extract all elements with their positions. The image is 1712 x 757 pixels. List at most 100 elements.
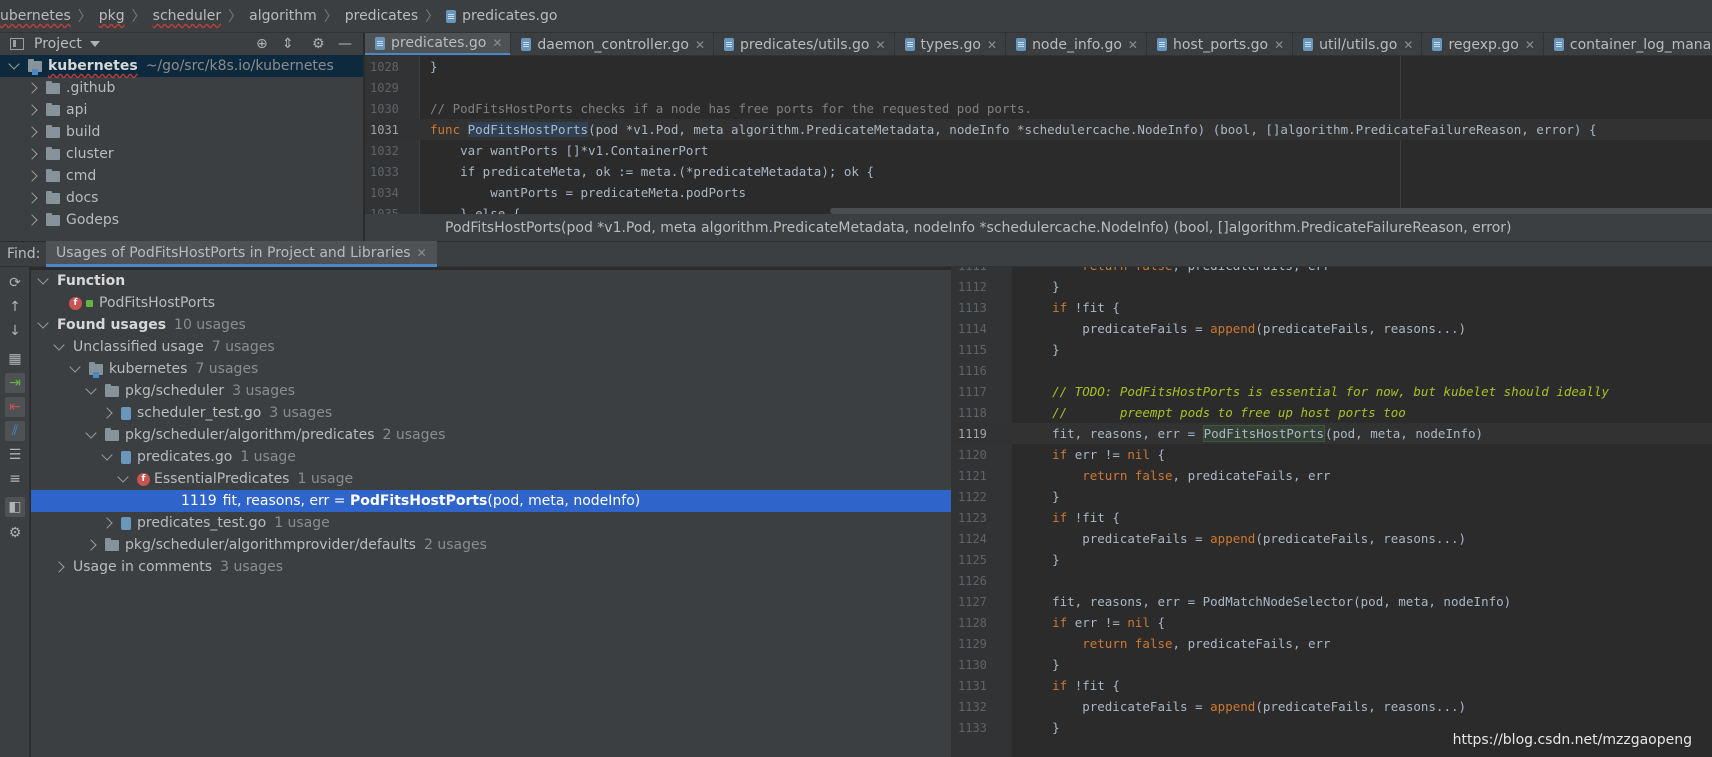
editor-tab[interactable]: host_ports.go ✕ — [1147, 33, 1294, 55]
editor-tab[interactable]: daemon_controller.go ✕ — [511, 33, 714, 55]
tree-node-target[interactable]: f PodFitsHostPorts — [31, 292, 951, 314]
usage-count: 3 usages — [220, 559, 283, 575]
editor-tab[interactable]: node_info.go ✕ — [1006, 33, 1147, 55]
collapse-all-icon[interactable]: ≡ — [5, 469, 25, 489]
tree-node-package[interactable]: pkg/scheduler 3 usages — [31, 380, 951, 402]
project-tree-folder[interactable]: cmd — [0, 165, 363, 187]
project-tree-folder[interactable]: .github — [0, 77, 363, 99]
close-icon[interactable]: ✕ — [1403, 38, 1413, 52]
chevron-down-icon[interactable] — [69, 361, 81, 373]
project-view-selector[interactable]: Project — [34, 36, 82, 52]
tree-node-group[interactable]: Usage in comments 3 usages — [31, 556, 951, 578]
chevron-right-icon[interactable] — [26, 126, 38, 138]
folder-icon — [105, 427, 119, 441]
close-icon[interactable]: ✕ — [987, 38, 997, 52]
find-results-tab[interactable]: Usages of PodFitsHostPorts in Project an… — [46, 241, 437, 267]
tree-node-group[interactable]: Unclassified usage 7 usages — [31, 336, 951, 358]
tree-node-package[interactable]: pkg/scheduler/algorithm/predicates 2 usa… — [31, 424, 951, 446]
usage-result-row[interactable]: 1119 fit, reasons, err = PodFitsHostPort… — [31, 490, 951, 512]
chevron-down-icon[interactable] — [8, 58, 20, 70]
arrow-down-icon[interactable]: ↓ — [5, 321, 25, 341]
breadcrumb-item-predicates[interactable]: predicates — [345, 8, 418, 24]
code-keyword: if — [1052, 510, 1068, 525]
chevron-down-icon[interactable] — [117, 471, 129, 483]
tree-node-found[interactable]: Found usages 10 usages — [31, 314, 951, 336]
project-tree-folder[interactable]: api — [0, 99, 363, 121]
usage-preview-editor[interactable]: 1111 return false, predicateFails, err 1… — [951, 267, 1712, 757]
tree-node-file[interactable]: predicates_test.go 1 usage — [31, 512, 951, 534]
code-editor[interactable]: 1028 } 1029 1030 // PodFitsHostPorts che… — [365, 56, 1712, 214]
line-number: 1125 — [958, 552, 987, 567]
collapse-all-icon[interactable]: ⇕ — [282, 37, 294, 51]
close-icon[interactable]: ✕ — [492, 36, 502, 50]
gear-icon[interactable]: ⚙ — [312, 37, 325, 51]
tree-node-file[interactable]: predicates.go 1 usage — [31, 446, 951, 468]
breadcrumb-item-pkg[interactable]: pkg — [99, 8, 125, 24]
chevron-right-icon[interactable] — [26, 104, 38, 116]
editor-tab[interactable]: regexp.go ✕ — [1422, 33, 1544, 55]
tree-node-file[interactable]: scheduler_test.go 3 usages — [31, 402, 951, 424]
chevron-right-icon[interactable] — [101, 517, 113, 529]
breadcrumb-item-algorithm[interactable]: algorithm — [249, 8, 317, 24]
project-tree-folder[interactable]: cluster — [0, 143, 363, 165]
go-file-icon — [1156, 38, 1167, 51]
tree-node-function[interactable]: Function — [31, 270, 951, 292]
chevron-down-icon[interactable] — [85, 427, 97, 439]
code-line: 1132 predicateFails = append(predicateFa… — [952, 696, 1712, 717]
tree-node-module[interactable]: kubernetes 7 usages — [31, 358, 951, 380]
chevron-down-icon[interactable] — [53, 339, 65, 351]
editor-tab[interactable]: util/utils.go ✕ — [1293, 33, 1423, 55]
group-by-icon[interactable]: ▦ — [5, 349, 25, 369]
project-tree-folder[interactable]: docs — [0, 187, 363, 209]
show-read-access-icon[interactable]: ⇥ — [5, 373, 25, 393]
expand-all-icon[interactable]: ☰ — [5, 445, 25, 465]
tree-node-package[interactable]: pkg/scheduler/algorithmprovider/defaults… — [31, 534, 951, 556]
gear-icon[interactable]: ⚙ — [5, 523, 25, 543]
code-text: func PodFitsHostPorts(pod *v1.Pod, meta … — [410, 122, 1597, 137]
chevron-down-icon[interactable] — [85, 383, 97, 395]
editor-tab[interactable]: types.go ✕ — [895, 33, 1007, 55]
project-tree-folder[interactable]: Godeps — [0, 209, 363, 231]
usage-highlight[interactable]: PodFitsHostPorts — [1202, 425, 1326, 442]
breadcrumb-item-root[interactable]: ubernetes — [0, 8, 71, 24]
chevron-right-icon[interactable] — [26, 214, 38, 226]
chevron-right-icon[interactable] — [26, 192, 38, 204]
editor-tab[interactable]: container_log_manager_stub.go — [1544, 33, 1712, 55]
close-icon[interactable]: ✕ — [695, 38, 705, 52]
chevron-right-icon[interactable] — [26, 148, 38, 160]
chevron-right-icon[interactable] — [26, 82, 38, 94]
tree-node-function[interactable]: f EssentialPredicates 1 usage — [31, 468, 951, 490]
chevron-right-icon[interactable] — [85, 539, 97, 551]
breadcrumb-item-file[interactable]: predicates.go — [462, 8, 557, 24]
line-number: 1034 — [370, 185, 399, 200]
chevron-down-icon[interactable] — [37, 273, 49, 285]
chevron-down-icon[interactable] — [37, 317, 49, 329]
filter-icon[interactable]: ⫽ — [5, 421, 25, 441]
function-declaration-name[interactable]: PodFitsHostPorts — [467, 122, 589, 137]
chevron-right-icon[interactable] — [26, 170, 38, 182]
folder-icon — [46, 80, 60, 94]
chevron-down-icon[interactable] — [101, 449, 113, 461]
locate-icon[interactable]: ⊕ — [256, 37, 268, 51]
arrow-up-icon[interactable]: ↑ — [5, 297, 25, 317]
editor-tab-active[interactable]: predicates.go ✕ — [365, 33, 512, 55]
close-icon[interactable]: ✕ — [1128, 38, 1138, 52]
close-icon[interactable]: ✕ — [417, 246, 427, 260]
chevron-down-icon[interactable] — [89, 41, 100, 47]
minimize-icon[interactable]: — — [338, 37, 352, 51]
preview-toggle-icon[interactable]: ◧ — [5, 497, 25, 517]
node-label: pkg/scheduler/algorithm/predicates — [125, 427, 375, 443]
chevron-right-icon[interactable] — [101, 407, 113, 419]
project-tree-folder[interactable]: build — [0, 121, 363, 143]
show-write-access-icon[interactable]: ⇤ — [5, 397, 25, 417]
close-icon[interactable]: ✕ — [1274, 38, 1284, 52]
close-icon[interactable]: ✕ — [875, 38, 885, 52]
chevron-right-icon[interactable] — [53, 561, 65, 573]
project-tree-root[interactable]: kubernetes ~/go/src/k8s.io/kubernetes — [0, 55, 363, 77]
public-icon — [86, 299, 93, 307]
function-icon: f — [69, 296, 82, 310]
rerun-icon[interactable]: ⟳ — [5, 273, 25, 293]
close-icon[interactable]: ✕ — [1525, 38, 1535, 52]
breadcrumb-item-scheduler[interactable]: scheduler — [153, 8, 222, 24]
editor-tab[interactable]: predicates/utils.go ✕ — [714, 33, 895, 55]
